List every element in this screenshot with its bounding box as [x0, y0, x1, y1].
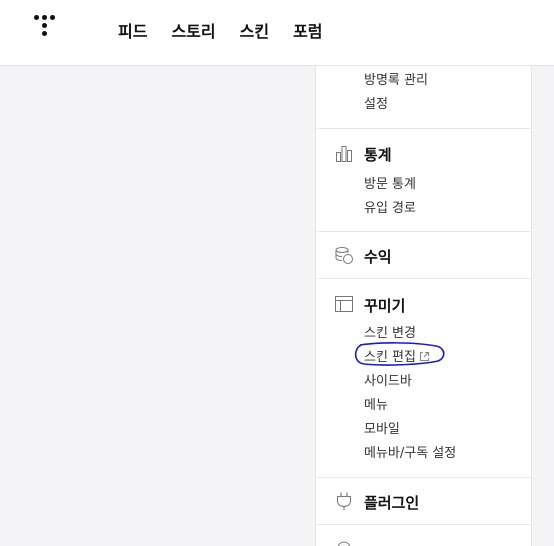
external-link-icon: [419, 352, 429, 361]
divider: [316, 524, 531, 525]
sidebar-item-guestbook-manage[interactable]: 방명록 관리: [364, 69, 428, 88]
nav-forum[interactable]: 포럼: [293, 18, 322, 42]
section-title-plugin[interactable]: 플러그인: [364, 492, 419, 513]
next-section-icon: [337, 541, 351, 546]
sidebar-item-menu[interactable]: 메뉴: [364, 394, 388, 413]
divider: [316, 278, 531, 279]
tistory-logo-icon[interactable]: [34, 15, 60, 43]
section-title-stats[interactable]: 통계: [364, 144, 392, 165]
plug-icon: [337, 492, 351, 510]
divider: [316, 231, 531, 232]
nav-story[interactable]: 스토리: [171, 18, 215, 42]
sidebar-item-visit-stats[interactable]: 방문 통계: [364, 173, 416, 192]
section-title-revenue[interactable]: 수익: [364, 246, 392, 267]
section-title-decorate[interactable]: 꾸미기: [364, 295, 405, 316]
sidebar-item-settings[interactable]: 설정: [364, 93, 388, 112]
divider: [316, 128, 531, 129]
sidebar-item-menubar-subscribe[interactable]: 메뉴바/구독 설정: [364, 442, 456, 461]
main-nav: 피드 스토리 스킨 포럼: [118, 18, 323, 42]
sidebar-item-sidebar[interactable]: 사이드바: [364, 370, 412, 389]
bar-chart-icon: [336, 146, 352, 162]
layout-icon: [335, 296, 353, 312]
divider: [316, 477, 531, 478]
sidebar-item-skin-edit[interactable]: 스킨 편집: [364, 346, 430, 365]
nav-feed[interactable]: 피드: [118, 18, 147, 42]
sidebar-item-referrer[interactable]: 유입 경로: [364, 197, 416, 216]
sidebar-item-mobile[interactable]: 모바일: [364, 418, 400, 437]
nav-skin[interactable]: 스킨: [240, 18, 269, 42]
coins-icon: [335, 247, 353, 264]
admin-sidebar: 방명록 관리 설정 통계 방문 통계 유입 경로 수익 꾸미기 스킨 변경 스킨…: [315, 66, 532, 546]
sidebar-item-skin-edit-label: 스킨 편집: [364, 350, 416, 365]
sidebar-item-skin-change[interactable]: 스킨 변경: [364, 322, 416, 341]
top-navigation-bar: 피드 스토리 스킨 포럼: [0, 0, 554, 66]
